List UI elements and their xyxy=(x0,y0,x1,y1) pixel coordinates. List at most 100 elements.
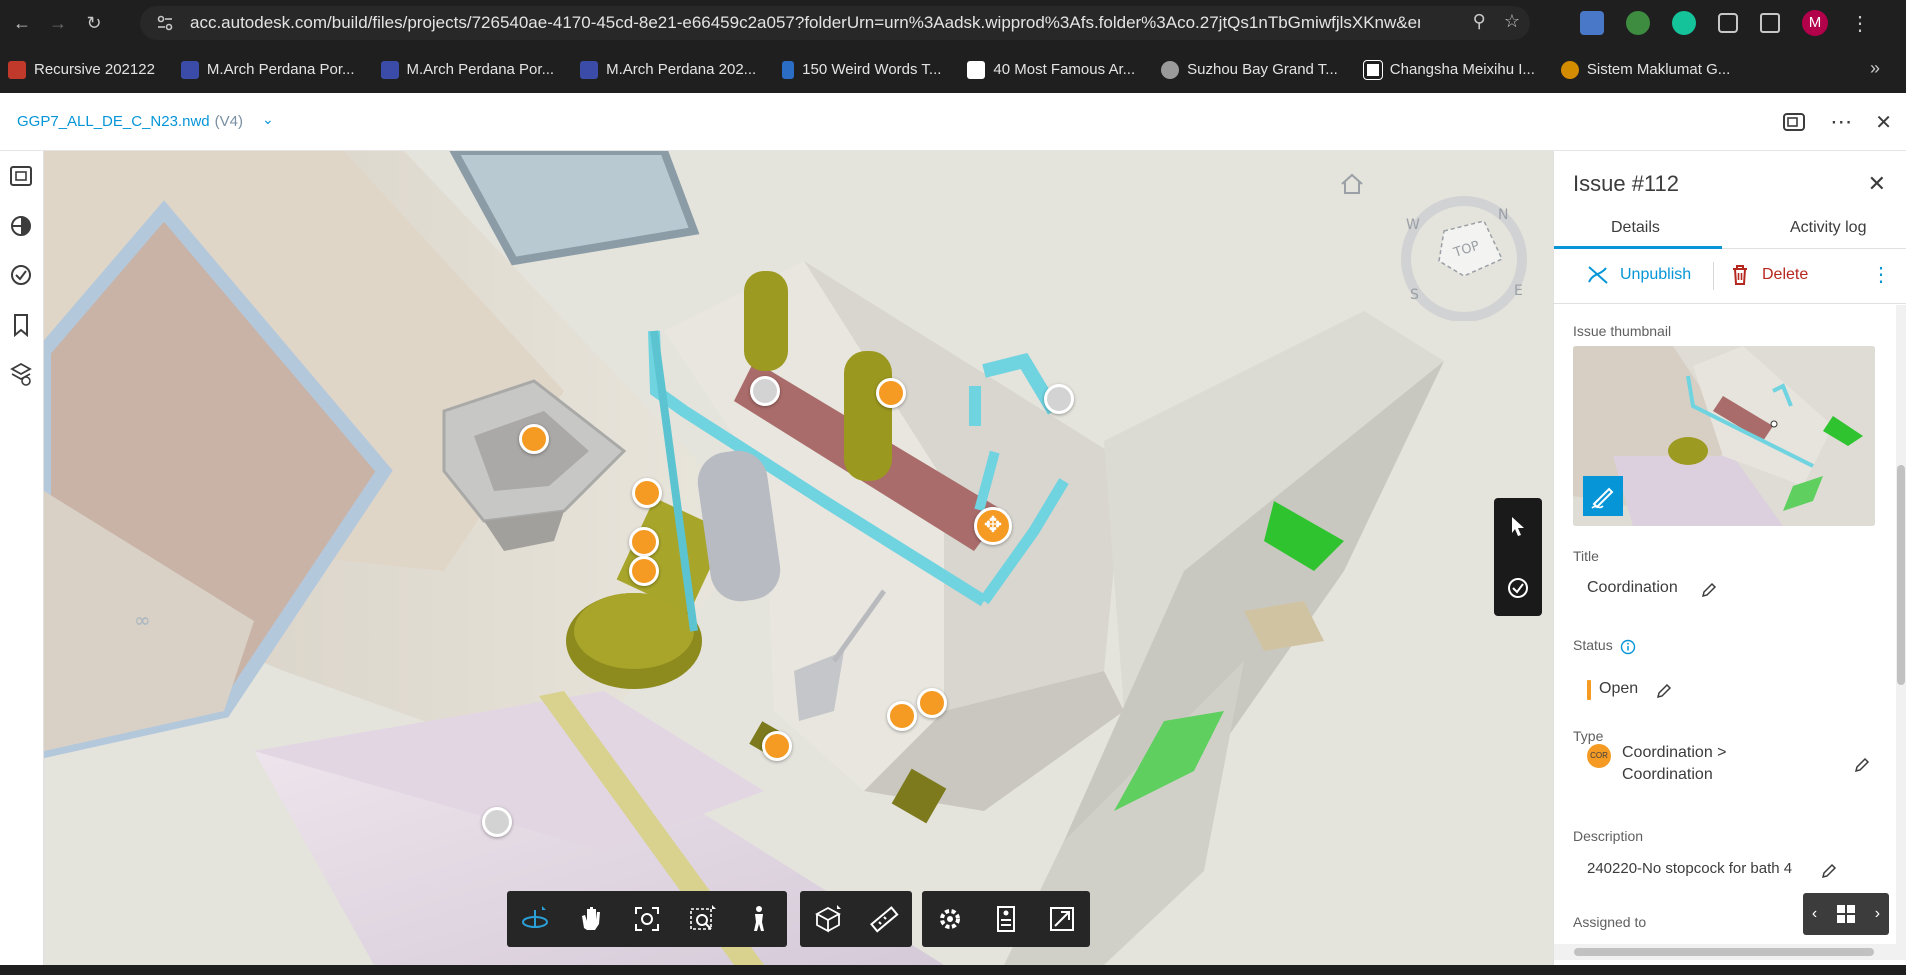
side-panel-icon[interactable] xyxy=(1760,13,1780,33)
measure-icon[interactable] xyxy=(867,902,901,936)
zoom-search-icon[interactable]: ⚲ xyxy=(1473,11,1486,32)
url-text[interactable]: acc.autodesk.com/build/files/projects/72… xyxy=(190,13,1420,33)
chevron-left-icon[interactable]: ‹ xyxy=(1812,905,1817,923)
first-person-icon[interactable] xyxy=(742,902,776,936)
translate-extension-icon[interactable] xyxy=(1580,11,1604,35)
home-view-icon[interactable] xyxy=(1338,171,1366,197)
bookmark-item[interactable]: 150 Weird Words T... xyxy=(782,60,941,79)
bookmark-item[interactable]: M.Arch Perdana 202... xyxy=(580,60,756,79)
grammarly-icon[interactable] xyxy=(1672,11,1696,35)
issue-pin[interactable] xyxy=(1044,384,1074,414)
move-pin-icon[interactable]: ✥ xyxy=(974,507,1012,545)
issue-pin[interactable] xyxy=(632,478,662,508)
fullscreen-icon[interactable] xyxy=(1045,902,1079,936)
properties-panel-icon[interactable] xyxy=(989,902,1023,936)
delete-button[interactable]: Delete xyxy=(1730,264,1808,286)
bookmarks-overflow-icon[interactable]: » xyxy=(1870,58,1880,79)
panel-vertical-scrollbar[interactable] xyxy=(1896,305,1906,945)
issue-pin[interactable] xyxy=(519,424,549,454)
bookmark-item[interactable]: Suzhou Bay Grand T... xyxy=(1161,60,1338,79)
properties-icon[interactable] xyxy=(8,213,34,239)
compass-e: E xyxy=(1514,283,1523,299)
issue-pin[interactable] xyxy=(762,731,792,761)
bathroom-model-render[interactable]: ∞ xyxy=(44,151,1553,965)
tab-activity-log[interactable]: Activity log xyxy=(1790,219,1866,237)
issue-pin[interactable] xyxy=(629,527,659,557)
bookmark-item[interactable]: 40 Most Famous Ar... xyxy=(967,60,1135,79)
bookmark-favicon-icon xyxy=(1362,59,1383,80)
edit-type-icon[interactable] xyxy=(1853,756,1871,774)
type-value-line2: Coordination xyxy=(1622,766,1713,783)
forward-icon[interactable]: → xyxy=(44,9,72,37)
issue-pin[interactable] xyxy=(917,688,947,718)
back-icon[interactable]: ← xyxy=(8,9,36,37)
edit-markup-button[interactable] xyxy=(1583,476,1623,516)
scrollbar-thumb[interactable] xyxy=(1897,465,1905,685)
select-cursor-icon[interactable] xyxy=(1506,514,1530,538)
viewcube[interactable]: TOP N E S W xyxy=(1394,191,1534,321)
close-issue-icon[interactable]: ✕ xyxy=(1868,171,1886,197)
chevron-right-icon[interactable]: › xyxy=(1875,905,1880,923)
svg-text:∞: ∞ xyxy=(134,608,151,632)
bookmark-favicon-icon xyxy=(1161,60,1180,79)
issue-pin[interactable] xyxy=(629,556,659,586)
sheets-icon[interactable] xyxy=(8,361,34,387)
pan-icon[interactable] xyxy=(574,902,608,936)
bookmarks-icon[interactable] xyxy=(8,312,34,338)
issue-pin[interactable] xyxy=(887,701,917,731)
file-selector[interactable]: GGP7_ALL_DE_C_N23.nwd (V4) xyxy=(17,113,243,130)
approve-check-icon[interactable] xyxy=(1506,576,1530,600)
edit-title-icon[interactable] xyxy=(1700,581,1718,599)
issues-icon[interactable] xyxy=(8,262,34,288)
edit-status-icon[interactable] xyxy=(1655,682,1673,700)
unpublish-button[interactable]: Unpublish xyxy=(1586,264,1691,286)
address-bar[interactable]: acc.autodesk.com/build/files/projects/72… xyxy=(140,6,1530,40)
assigned-label: Assigned to xyxy=(1573,914,1647,930)
extensions-puzzle-icon[interactable] xyxy=(1718,13,1738,33)
bookmark-item[interactable]: M.Arch Perdana Por... xyxy=(380,60,554,79)
chevron-down-icon[interactable]: ⌄ xyxy=(262,111,274,128)
site-settings-icon[interactable] xyxy=(156,14,174,32)
more-options-icon[interactable]: ⋯ xyxy=(1830,109,1853,135)
bookmark-favicon-icon xyxy=(380,60,399,79)
compare-icon[interactable] xyxy=(1782,111,1808,133)
issue-pin[interactable] xyxy=(876,378,906,408)
panel-horizontal-scrollbar[interactable] xyxy=(1554,944,1906,960)
grid-view-icon[interactable] xyxy=(1835,903,1857,925)
bookmark-item[interactable]: Recursive 202122 xyxy=(8,60,155,79)
status-label: Status xyxy=(1573,637,1613,653)
edit-description-icon[interactable] xyxy=(1820,862,1838,880)
model-browser-icon[interactable] xyxy=(8,163,34,189)
scrollbar-thumb[interactable] xyxy=(1574,948,1874,956)
type-badge: COR xyxy=(1587,744,1611,768)
settings-icon[interactable] xyxy=(933,902,967,936)
section-box-icon[interactable] xyxy=(811,902,845,936)
bookmark-item[interactable]: Sistem Maklumat G... xyxy=(1560,60,1730,79)
description-label: Description xyxy=(1573,828,1644,844)
profile-avatar[interactable]: M xyxy=(1802,10,1828,36)
navigation-toolbar xyxy=(507,891,787,947)
close-viewer-icon[interactable]: ✕ xyxy=(1875,110,1892,135)
bookmark-favicon-icon xyxy=(782,60,795,79)
markup-pen-icon xyxy=(1591,487,1614,509)
model-viewport[interactable]: ∞ ✥ TOP N E S W xyxy=(44,151,1553,965)
extension-green-icon[interactable] xyxy=(1626,11,1650,35)
bookmark-star-icon[interactable]: ☆ xyxy=(1504,11,1520,32)
issue-pin[interactable] xyxy=(750,376,780,406)
status-info-icon[interactable] xyxy=(1620,639,1636,655)
app-header: GGP7_ALL_DE_C_N23.nwd (V4) ⌄ ⋯ ✕ xyxy=(0,93,1906,151)
issue-title: Issue #112 xyxy=(1573,171,1680,196)
fit-view-icon[interactable] xyxy=(630,902,664,936)
issue-panel: Issue #112 ✕ Details Activity log Unpubl… xyxy=(1553,151,1906,965)
bookmark-item[interactable]: M.Arch Perdana Por... xyxy=(180,60,355,79)
orbit-icon[interactable] xyxy=(518,902,552,936)
zoom-window-icon[interactable] xyxy=(686,902,720,936)
issue-more-icon[interactable]: ⋮ xyxy=(1871,262,1891,287)
reload-icon[interactable]: ↻ xyxy=(80,9,108,37)
tab-details[interactable]: Details xyxy=(1611,219,1660,237)
issue-thumbnail[interactable] xyxy=(1573,346,1875,526)
bookmark-item[interactable]: Changsha Meixihu I... xyxy=(1362,59,1535,80)
actions-divider xyxy=(1713,262,1714,290)
browser-menu-icon[interactable]: ⋮ xyxy=(1850,11,1870,36)
issue-pin[interactable] xyxy=(482,807,512,837)
